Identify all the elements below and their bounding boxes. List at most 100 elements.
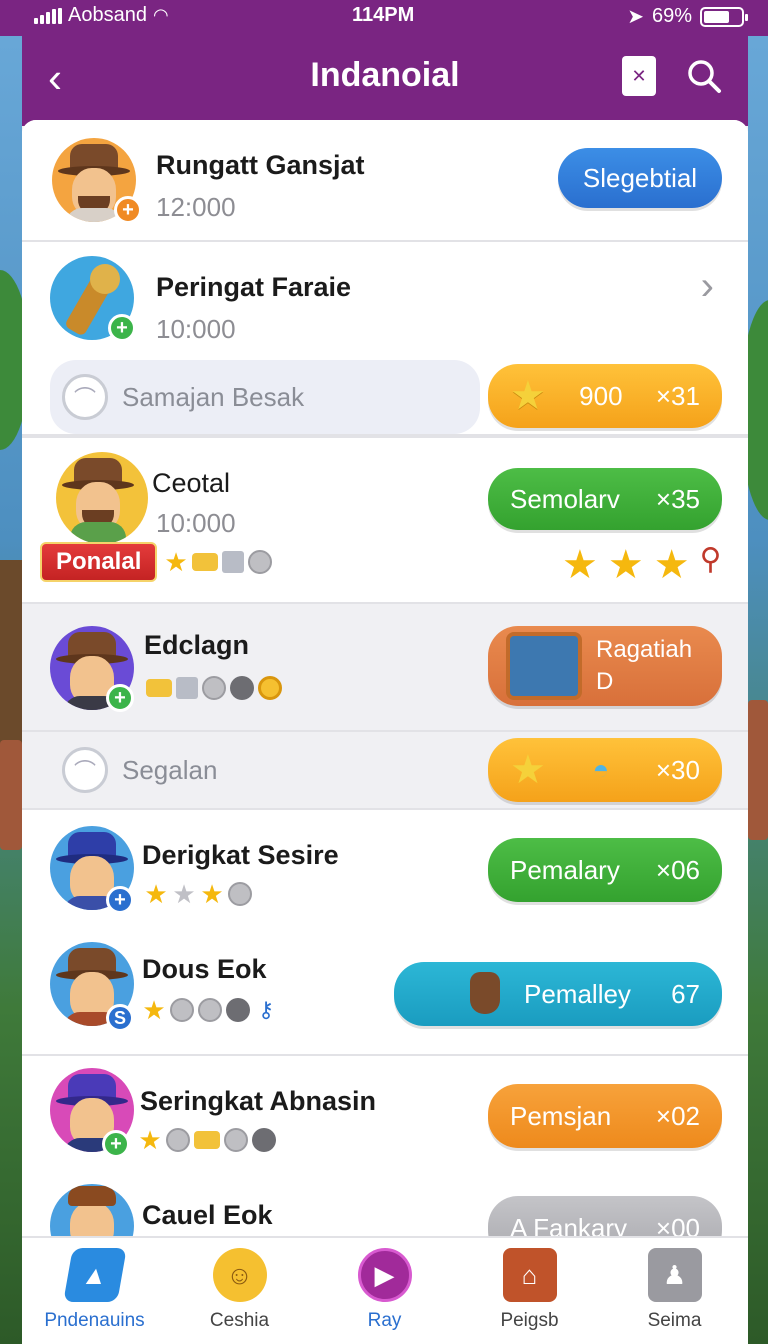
list-item[interactable]: + Edclagn Ragatiah D xyxy=(22,604,748,732)
gold-bar-icon xyxy=(192,553,218,571)
cake-icon: ◓ xyxy=(592,754,610,785)
location-icon: ➤ xyxy=(627,6,644,28)
chevron-right-icon[interactable]: › xyxy=(701,264,714,309)
carrier: Aobsand ◠ xyxy=(34,4,169,27)
item-icons: ★ xyxy=(138,1124,276,1155)
wifi-icon: ◠ xyxy=(152,5,169,25)
reward-pill[interactable]: ★ 900 ×31 xyxy=(488,364,722,428)
signal-icon xyxy=(34,7,62,24)
reward-multiplier: ×31 xyxy=(655,380,700,411)
background-house-right xyxy=(748,700,768,840)
action-label: Semolarv xyxy=(510,483,620,514)
player-name: Rungatt Gansjat xyxy=(156,150,365,180)
item-icons: ★ ⚷ xyxy=(142,995,278,1025)
clock: 114PM xyxy=(352,4,415,26)
player-name: Peringat Faraie xyxy=(156,272,352,302)
plus-badge-icon: + xyxy=(108,314,136,342)
coin-icon xyxy=(202,676,226,700)
coin-icon xyxy=(170,998,194,1022)
tab-ceshia[interactable]: ☺ Ceshia xyxy=(167,1248,312,1332)
action-button[interactable]: Pemalley 67 xyxy=(394,962,722,1026)
action-label: Pemalley xyxy=(524,978,631,1009)
plus-badge-icon: + xyxy=(114,196,142,224)
search-placeholder: Segalan xyxy=(122,754,218,785)
list-item[interactable]: + Derigkat Sesire ★ ★ ★ Pemalary ×06 xyxy=(22,810,748,928)
player-name: Dous Eok xyxy=(142,954,267,984)
star-icon: ★ xyxy=(138,1124,162,1155)
list-item[interactable]: ⌒ Segalan ★ ◓ ×30 xyxy=(22,732,748,810)
plus-badge-icon: + xyxy=(106,886,134,914)
star-icon: ★ xyxy=(200,878,224,909)
tab-peigsb[interactable]: ⌂ Peigsb xyxy=(457,1248,602,1332)
action-button[interactable]: Pemalary ×06 xyxy=(488,838,722,902)
gold-bar-icon xyxy=(194,1131,220,1149)
tab-label: Peigsb xyxy=(500,1310,559,1331)
coin-icon xyxy=(224,1128,248,1152)
item-icons: ★ ★ ★ xyxy=(144,878,252,909)
tab-ray[interactable]: ▶ Ray xyxy=(312,1248,457,1332)
document-icon[interactable]: ✕ xyxy=(622,56,656,96)
player-score: 10:000 xyxy=(156,508,236,538)
play-icon: ▶ xyxy=(357,1248,412,1302)
silver-star-icon: ★ xyxy=(172,878,196,909)
user-placeholder-icon: ⌒ xyxy=(62,747,108,793)
battery-percent: 69% xyxy=(651,5,692,27)
tab-label: Pndenauins xyxy=(44,1310,145,1331)
action-label: Pemalary xyxy=(510,854,620,885)
action-multiplier: ×35 xyxy=(655,483,700,514)
coin-icon xyxy=(198,998,222,1022)
coin-icon xyxy=(228,882,252,906)
star-icon: ★ xyxy=(144,878,168,909)
battery-icon xyxy=(700,6,748,27)
player-score: 10:000 xyxy=(156,314,236,344)
player-name: Seringkat Abnasin xyxy=(140,1086,377,1116)
action-button[interactable]: Ragatiah D xyxy=(488,626,722,706)
tab-pndenauins[interactable]: ▲ Pndenauins xyxy=(22,1248,167,1332)
search-field[interactable]: ⌒ Segalan xyxy=(50,738,470,802)
list-item[interactable]: S Dous Eok ★ ⚷ Pemalley 67 xyxy=(22,928,748,1056)
gold-bar-icon xyxy=(146,679,172,697)
gold-ring-icon xyxy=(258,676,282,700)
avatar xyxy=(56,452,148,544)
leaderboard-list: + Rungatt Gansjat 12:000 Slegebtial + Pe… xyxy=(22,120,748,1240)
player-name: Ceotal xyxy=(152,468,231,498)
list-item[interactable]: Cauel Eok A Fankary ×00 xyxy=(22,1174,748,1240)
action-multiplier: ×06 xyxy=(655,854,700,885)
wand-icon: ⚲ xyxy=(699,543,722,576)
app-header: ‹ Indanoial ✕ xyxy=(22,36,748,126)
bottom-tab-bar: ▲ Pndenauins ☺ Ceshia ▶ Ray ⌂ Peigsb ♟ S… xyxy=(22,1236,748,1344)
bottle-icon xyxy=(470,972,500,1014)
list-item[interactable]: + Seringkat Abnasin ★ Pemsjan ×02 xyxy=(22,1056,748,1174)
crate-icon xyxy=(222,551,244,573)
user-placeholder-icon: ⌒ xyxy=(62,374,108,420)
item-icons xyxy=(146,676,282,700)
shop-icon: ⌂ xyxy=(502,1248,557,1302)
list-item[interactable]: + Rungatt Gansjat 12:000 Slegebtial xyxy=(22,120,748,242)
list-item[interactable]: Ponalal Ceotal 10:000 ★ Semolarv ×35 ★ ★ ★… xyxy=(22,436,748,604)
star-icon: ★ xyxy=(510,748,546,792)
action-button[interactable]: A Fankary ×00 xyxy=(488,1196,722,1240)
s-badge: S xyxy=(106,1004,134,1032)
action-button[interactable]: Pemsjan ×02 xyxy=(488,1084,722,1148)
background-tree-trunk xyxy=(0,560,22,760)
star-icon: ★ xyxy=(562,543,598,587)
action-button[interactable]: Slegebtial xyxy=(558,148,722,208)
reward-pill[interactable]: ★ ◓ ×30 xyxy=(488,738,722,802)
action-multiplier: ×02 xyxy=(655,1100,700,1131)
player-score: 12:000 xyxy=(156,192,236,222)
rating-stars: ★ ★ ★ ⚲ xyxy=(562,542,722,588)
action-button[interactable]: Semolarv ×35 xyxy=(488,468,722,530)
tab-label: Ceshia xyxy=(209,1310,270,1331)
search-field[interactable]: ⌒ Samajan Besak xyxy=(50,360,480,434)
tab-seima[interactable]: ♟ Seima xyxy=(602,1248,747,1332)
search-icon[interactable] xyxy=(686,58,722,94)
tab-label: Ray xyxy=(367,1310,402,1331)
player-name: Derigkat Sesire xyxy=(142,840,339,870)
reward-multiplier: ×30 xyxy=(655,754,700,785)
player-name: Edclagn xyxy=(144,630,250,660)
dark-coin-icon xyxy=(226,998,250,1022)
star-icon: ★ xyxy=(607,543,644,587)
status-bar: Aobsand ◠ 114PM ➤ 69% xyxy=(0,0,768,36)
dark-coin-icon xyxy=(252,1128,276,1152)
chest-icon xyxy=(506,632,582,700)
